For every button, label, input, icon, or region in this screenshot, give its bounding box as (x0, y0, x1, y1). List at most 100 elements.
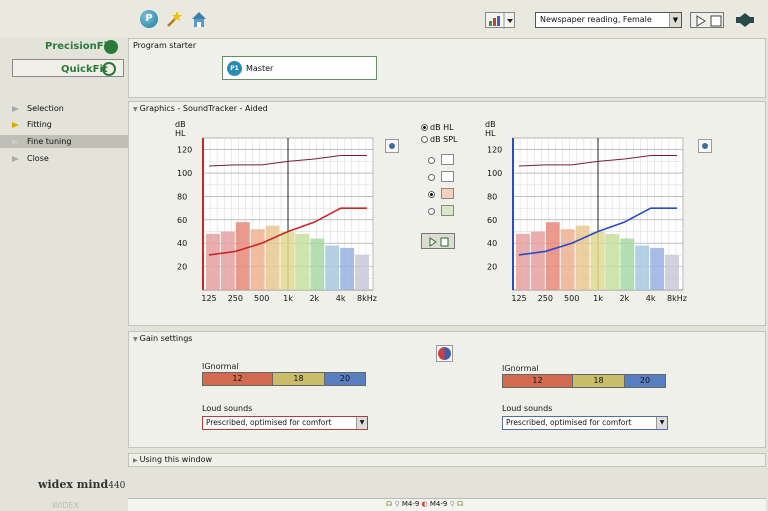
db-hl-radio[interactable]: dB HL (421, 123, 454, 132)
level-bar (250, 229, 265, 290)
view-radio-2[interactable] (428, 173, 437, 182)
expand-left-graph-button[interactable] (385, 139, 399, 153)
sidebar-item-selection[interactable]: Selection (0, 102, 128, 115)
using-this-window-panel[interactable]: ▶ Using this window (128, 453, 766, 467)
level-bar (530, 231, 545, 290)
ig-cell-mid[interactable]: 18 (273, 373, 325, 385)
x-tick-label: 8kHz (667, 294, 687, 303)
db-spl-radio[interactable]: dB SPL (421, 135, 457, 144)
y-tick-label: 100 (177, 169, 192, 178)
program-badge-icon: P1 (227, 61, 242, 76)
triangle-icon (12, 156, 19, 162)
ig-cell-mid[interactable]: 18 (573, 375, 625, 387)
radio-selected-icon (421, 124, 428, 131)
view-radio-1[interactable] (428, 156, 437, 165)
y-tick-label: 20 (487, 263, 497, 272)
panel-title[interactable]: ▶ Using this window (133, 455, 212, 464)
sound-simulation-button[interactable] (421, 233, 455, 249)
precisionfit-toolbar-icon[interactable]: P (140, 10, 158, 28)
level-bar (665, 254, 679, 290)
collapse-arrow-icon: ▼ (133, 106, 138, 113)
level-bar (280, 231, 295, 290)
ig-cell-high[interactable]: 20 (625, 375, 665, 387)
curve-view-icon (441, 154, 454, 165)
connection-icon: ⚲ (449, 500, 455, 508)
chevron-down-icon: ▼ (656, 417, 667, 429)
panel-title[interactable]: ▼ Graphics - SoundTracker - Aided (133, 104, 268, 113)
program-select[interactable]: Newspaper reading, Female ▼ (535, 12, 682, 28)
x-tick-label: 1k (283, 294, 293, 303)
link-ears-icon[interactable] (436, 345, 453, 362)
radio-icon (428, 208, 435, 215)
level-bar (516, 233, 530, 290)
level-bar (310, 238, 325, 290)
level-bar (605, 233, 620, 290)
brand-model: 440 (108, 481, 126, 491)
graphics-title: Graphics - SoundTracker - Aided (139, 104, 268, 113)
view-radio-3[interactable] (428, 190, 437, 199)
house-icon[interactable] (190, 10, 208, 28)
x-tick-label: 1k (593, 294, 603, 303)
right-ear-graph: dBHL 120 100 80 60 40 20 125 250 500 1k 2k 4k 8kHz (485, 120, 687, 303)
sidebar-item-fine-tuning[interactable]: Fine tuning (0, 135, 128, 148)
right-model-label: M4-9 (429, 500, 448, 508)
y-unit-bottom: HL (175, 129, 186, 138)
status-bar: ☊ ⚲ M4-9 ◐ M4-9 ⚲ ☊ (128, 498, 766, 511)
precisionfit-icon (104, 40, 118, 54)
x-tick-label: 2k (619, 294, 629, 303)
bars-view-icon (441, 171, 454, 182)
ig-bar-left[interactable]: 12 18 20 (202, 372, 366, 386)
db-spl-label: dB SPL (430, 135, 458, 144)
x-tick-label: 4k (646, 294, 656, 303)
level-bar (325, 245, 340, 290)
radio-icon (428, 157, 435, 164)
expand-right-graph-button[interactable] (698, 139, 712, 153)
ig-cell-low[interactable]: 12 (503, 375, 573, 387)
magic-wand-icon[interactable] (165, 10, 183, 28)
ig-cell-low[interactable]: 12 (203, 373, 273, 385)
expand-arrow-icon: ▶ (133, 457, 138, 464)
level-bar (220, 231, 235, 290)
radio-selected-icon (428, 191, 435, 198)
loud-sounds-value: Prescribed, optimised for comfort (206, 418, 332, 427)
y-tick-label: 120 (177, 146, 192, 155)
y-tick-label: 60 (487, 216, 497, 225)
loud-sounds-label-right: Loud sounds (502, 404, 553, 413)
ig-bar-right[interactable]: 12 18 20 (502, 374, 666, 388)
graphics-panel: ▼ Graphics - SoundTracker - Aided dB HL 120… (128, 101, 766, 326)
precisionfit-link[interactable]: PrecisionFit (45, 41, 112, 52)
gain-settings-panel: ▼ Gain settings IGnormal 12 18 20 Loud so… (128, 331, 766, 448)
play-stop-controls[interactable] (690, 12, 724, 28)
connection-icon: ⚲ (394, 500, 400, 508)
spectrum-view-icon (441, 205, 454, 216)
level-bar (590, 231, 605, 290)
loud-sounds-select-right[interactable]: Prescribed, optimised for comfort ▼ (502, 416, 668, 430)
sidebar-item-fitting[interactable]: Fitting (0, 118, 128, 131)
sidebar-item-label: Fine tuning (27, 137, 72, 146)
y-tick-label: 80 (177, 192, 187, 201)
chart-view-dropdown[interactable] (485, 12, 515, 29)
triangle-icon (12, 139, 19, 145)
loud-sounds-select-left[interactable]: Prescribed, optimised for comfort ▼ (202, 416, 368, 430)
quickfit-button[interactable]: QuickFit (12, 59, 124, 77)
triangle-icon (12, 122, 19, 128)
x-tick-label: 500 (254, 294, 269, 303)
brand-name: widex mind (38, 478, 109, 491)
level-bar (545, 222, 560, 290)
sidebar-item-close[interactable]: Close (0, 152, 128, 165)
radio-icon (421, 136, 428, 143)
sidebar: PrecisionFit QuickFit Selection Fitting … (0, 38, 128, 511)
quickfit-icon (102, 62, 116, 76)
view-radio-4[interactable] (428, 207, 437, 216)
left-ear-graph: dBHL 120 100 80 60 40 20 125 250 500 1k 2k 4k 8kHz (175, 120, 377, 303)
speaker-icon[interactable] (735, 11, 755, 29)
ig-label-left: IGnormal (202, 362, 239, 371)
level-bar (575, 225, 590, 290)
ig-cell-high[interactable]: 20 (325, 373, 365, 385)
master-label: Master (246, 64, 274, 73)
x-tick-label: 250 (538, 294, 553, 303)
x-tick-label: 8kHz (357, 294, 377, 303)
panel-title[interactable]: ▼ Gain settings (133, 334, 192, 343)
y-tick-label: 80 (487, 192, 497, 201)
master-program-button[interactable]: P1 Master (222, 56, 377, 80)
